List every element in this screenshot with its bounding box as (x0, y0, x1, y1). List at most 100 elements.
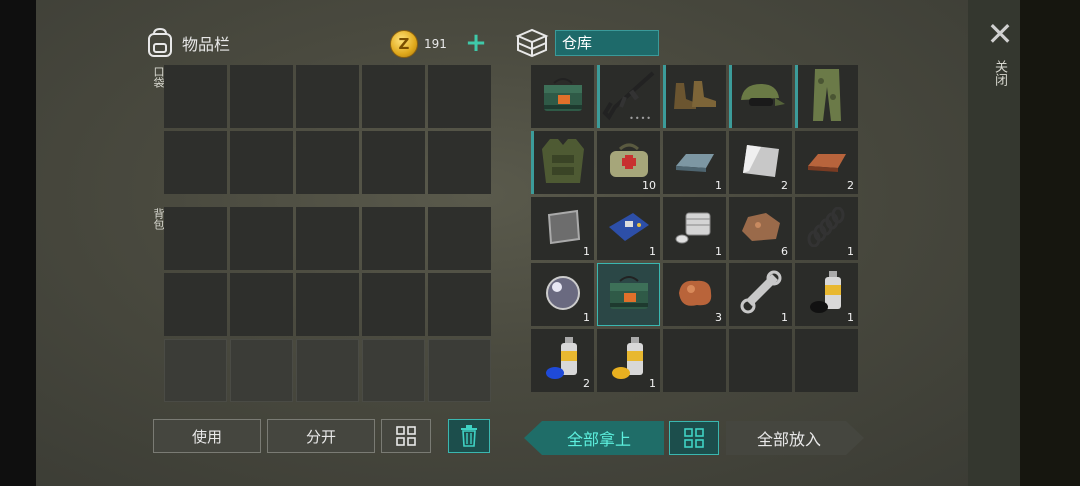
item-quantity: 1 (715, 245, 722, 258)
warehouse-slot-empty[interactable] (663, 329, 726, 392)
inventory-slot[interactable] (164, 65, 227, 128)
take-all-button[interactable]: 全部拿上 (524, 421, 664, 455)
inventory-slot[interactable] (296, 273, 359, 336)
warehouse-slot[interactable]: 6 (729, 197, 792, 260)
sort-inventory-button[interactable] (381, 419, 431, 453)
warehouse-slot[interactable]: 2 (729, 131, 792, 194)
coin-icon: Z (390, 30, 418, 58)
trash-button[interactable] (448, 419, 490, 453)
copper-ingot-icon (804, 146, 850, 180)
close-label[interactable]: 关闭 (990, 60, 1009, 86)
inventory-slot[interactable] (230, 339, 293, 402)
inventory-slot[interactable] (428, 207, 491, 270)
warehouse-slot[interactable]: 1 (663, 131, 726, 194)
armor-vest-icon (538, 135, 588, 191)
warehouse-slot[interactable]: 2 (531, 329, 594, 392)
inventory-slot[interactable] (296, 65, 359, 128)
inventory-slot[interactable] (230, 207, 293, 270)
add-coins-button[interactable]: + (463, 30, 489, 58)
inventory-slot[interactable] (428, 65, 491, 128)
warehouse-grid: •••• 10 1 2 2 1 1 1 6 1 1 3 1 1 2 1 (531, 65, 858, 392)
inventory-slot[interactable] (296, 131, 359, 194)
warehouse-slot-empty[interactable] (795, 329, 858, 392)
inventory-slot[interactable] (230, 131, 293, 194)
item-quantity: 2 (781, 179, 788, 192)
warehouse-slot[interactable]: •••• (597, 65, 660, 128)
warehouse-slot-empty[interactable] (729, 329, 792, 392)
warehouse-slot[interactable] (795, 65, 858, 128)
warehouse-slot[interactable]: 1 (729, 263, 792, 326)
warehouse-slot[interactable]: 1 (795, 263, 858, 326)
item-quantity: 1 (649, 377, 656, 390)
inventory-slot[interactable] (164, 131, 227, 194)
inventory-slot[interactable] (362, 273, 425, 336)
warehouse-slot[interactable]: 1 (597, 197, 660, 260)
left-letterbox (0, 0, 36, 486)
inventory-slot[interactable] (164, 339, 227, 402)
item-quantity: 10 (642, 179, 656, 192)
inventory-slot[interactable] (362, 65, 425, 128)
warehouse-slot[interactable]: 1 (531, 197, 594, 260)
inventory-slot[interactable] (428, 131, 491, 194)
spring-icon (804, 206, 850, 251)
inventory-title: 物品栏 (182, 35, 231, 54)
iron-ingot-icon (672, 146, 718, 180)
storage-box-icon (515, 28, 549, 58)
inventory-slot[interactable] (428, 339, 491, 402)
inventory-slot[interactable] (296, 339, 359, 402)
warehouse-slot[interactable]: 1 (795, 197, 858, 260)
grid-sort-icon (396, 426, 416, 446)
inventory-slot[interactable] (164, 207, 227, 270)
inventory-slot[interactable] (164, 273, 227, 336)
warehouse-slot[interactable]: 10 (597, 131, 660, 194)
warehouse-slot[interactable]: 3 (663, 263, 726, 326)
spray-paint-yellow-icon (609, 335, 649, 387)
warehouse-slot[interactable]: 1 (597, 329, 660, 392)
inventory-slot[interactable] (362, 131, 425, 194)
inventory-slot[interactable] (230, 65, 293, 128)
item-quantity: 1 (583, 245, 590, 258)
warehouse-slot[interactable] (663, 65, 726, 128)
warehouse-slot[interactable]: 2 (795, 131, 858, 194)
item-quantity: 1 (583, 311, 590, 324)
right-letterbox (1020, 0, 1080, 486)
inventory-slot[interactable] (428, 273, 491, 336)
boots-icon (670, 77, 720, 117)
warehouse-title: 仓库 (555, 30, 659, 56)
ammo-box-icon (540, 75, 586, 119)
metal-plate-icon (543, 207, 583, 251)
inventory-slot[interactable] (362, 339, 425, 402)
item-quantity: 1 (649, 245, 656, 258)
inventory-slot[interactable] (362, 207, 425, 270)
engine-part-icon (672, 207, 718, 251)
warehouse-slot[interactable] (531, 65, 594, 128)
put-all-button[interactable]: 全部放入 (726, 421, 864, 455)
sort-warehouse-button[interactable] (669, 421, 719, 455)
item-quantity: 2 (847, 179, 854, 192)
item-quantity: 1 (715, 179, 722, 192)
steel-plate-icon (739, 141, 783, 185)
warehouse-slot[interactable]: 1 (663, 197, 726, 260)
inventory-header: 物品栏 (146, 28, 230, 58)
close-icon[interactable]: ✕ (986, 18, 1014, 50)
backpack-grid (164, 207, 491, 402)
warehouse-header: 仓库 (515, 28, 659, 58)
use-button[interactable]: 使用 (153, 419, 261, 453)
inventory-slot[interactable] (296, 207, 359, 270)
backpack-icon (148, 28, 172, 57)
camo-cap-icon (735, 78, 787, 116)
item-quantity: 3 (715, 311, 722, 324)
warehouse-slot[interactable] (597, 263, 660, 326)
item-quantity: 2 (583, 377, 590, 390)
warehouse-slot[interactable]: 1 (531, 263, 594, 326)
inventory-slot[interactable] (230, 273, 293, 336)
item-quantity: 1 (781, 311, 788, 324)
warehouse-slot[interactable] (531, 131, 594, 194)
item-quantity: 1 (847, 245, 854, 258)
spray-paint-blue-icon (543, 335, 583, 387)
warehouse-slot[interactable] (729, 65, 792, 128)
split-button[interactable]: 分开 (267, 419, 375, 453)
circuit-board-icon (605, 207, 653, 251)
trash-icon (461, 425, 477, 447)
ammo-box-icon (606, 273, 652, 317)
